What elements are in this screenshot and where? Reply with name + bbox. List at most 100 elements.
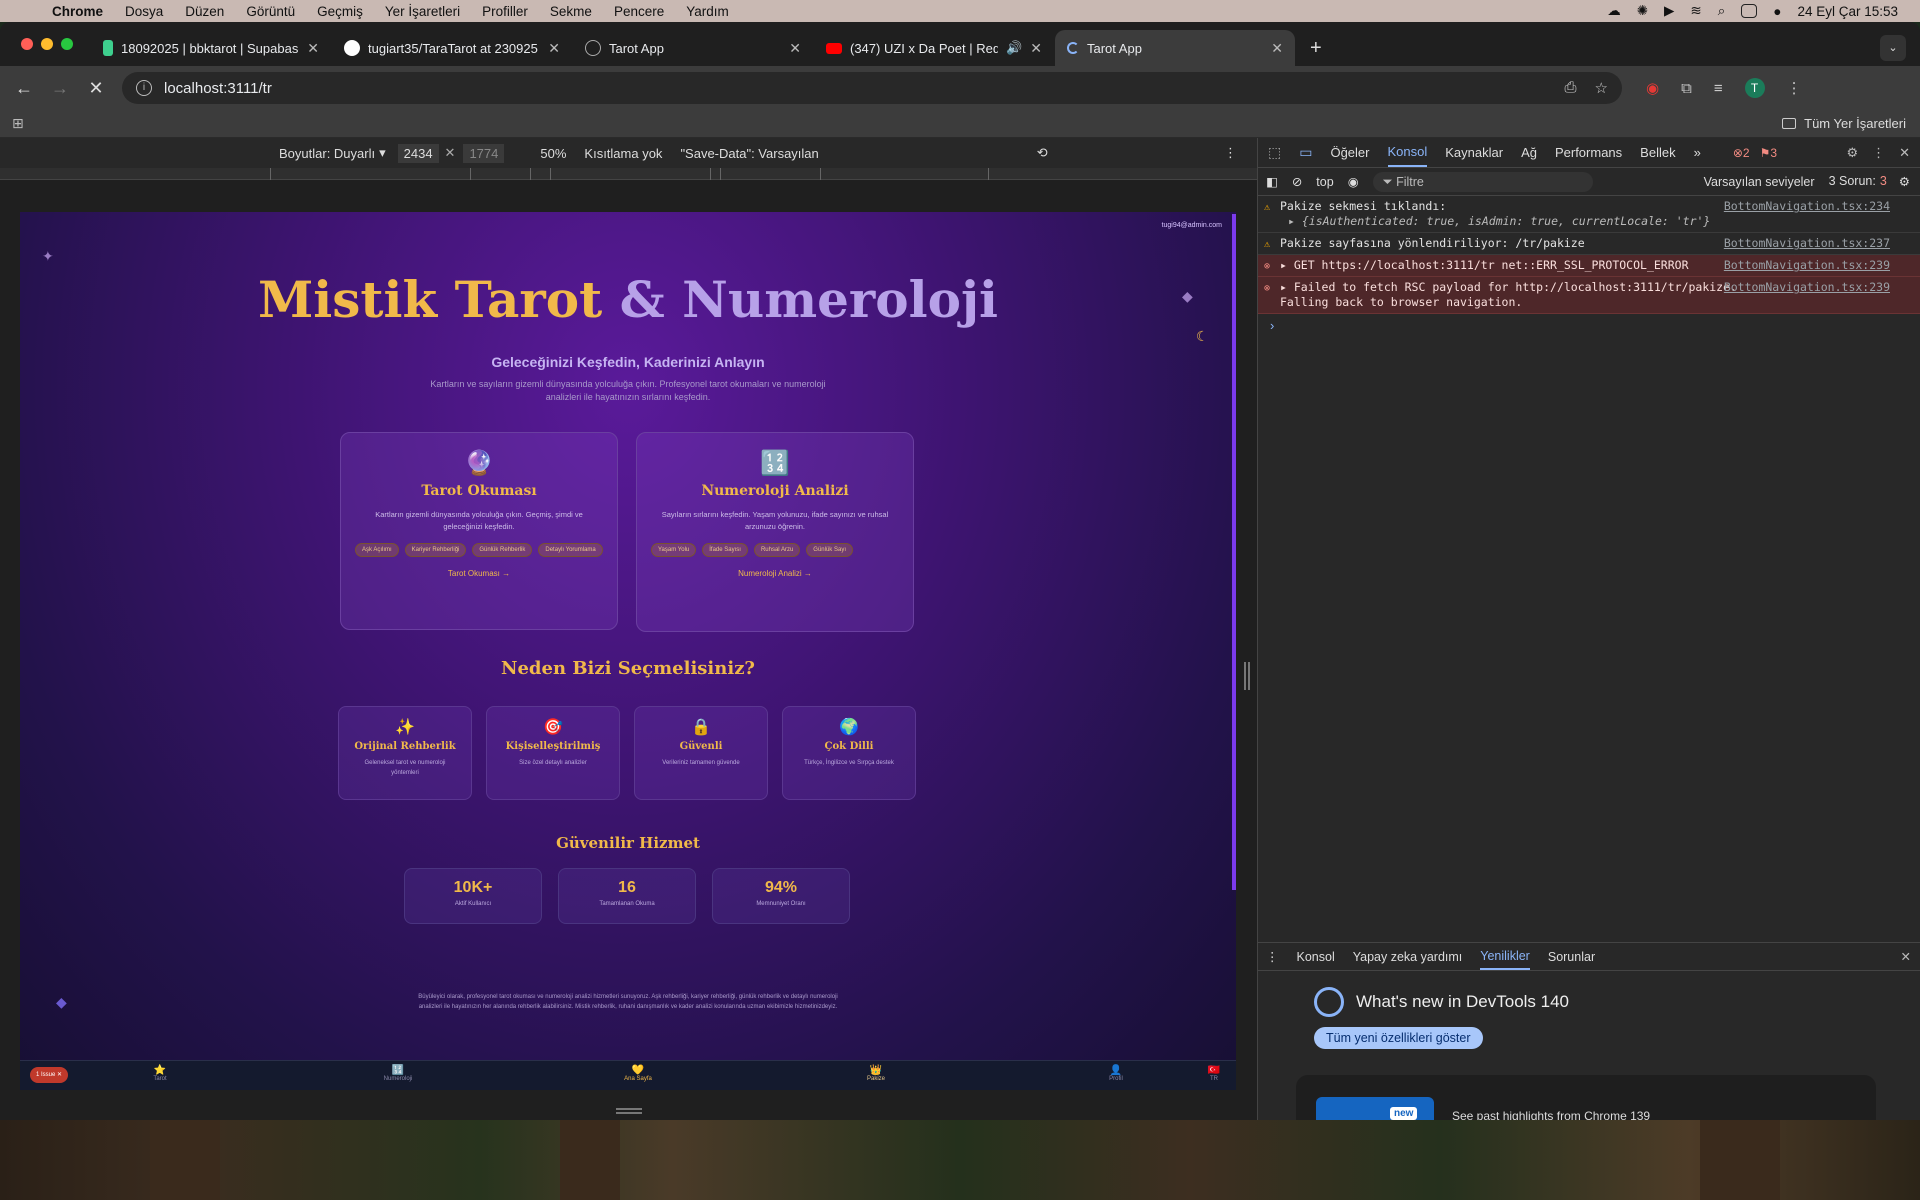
filter-input[interactable]: ⏷ Filtre <box>1372 171 1593 192</box>
reading-list-icon[interactable]: ≡ <box>1714 80 1723 97</box>
tag[interactable]: Ruhsal Arzu <box>753 543 801 557</box>
source-link[interactable]: BottomNavigation.tsx:237 <box>1724 236 1890 251</box>
device-toggle-icon[interactable]: ▭ <box>1299 144 1312 161</box>
url-text[interactable]: localhost:3111/tr <box>164 80 272 97</box>
tab-elements[interactable]: Öğeler <box>1330 145 1369 160</box>
tab-tarot-app[interactable]: Tarot App ✕ <box>573 30 813 66</box>
source-link[interactable]: BottomNavigation.tsx:239 <box>1724 280 1890 295</box>
more-icon[interactable]: ⋮ <box>1872 145 1885 161</box>
control-center-icon[interactable] <box>1741 4 1758 18</box>
menu-bookmarks[interactable]: Yer İşaretleri <box>385 4 460 19</box>
nav-profile[interactable]: 👤 Profil <box>1086 1065 1146 1082</box>
new-tab-button[interactable]: + <box>1296 30 1336 66</box>
close-icon[interactable]: ✕ <box>1030 40 1042 57</box>
menu-history[interactable]: Geçmiş <box>317 4 363 19</box>
stop-loading-button[interactable]: ✕ <box>78 78 114 99</box>
drawer-tab-whatsnew[interactable]: Yenilikler <box>1480 944 1530 970</box>
console-prompt[interactable]: › <box>1258 314 1920 337</box>
menu-window[interactable]: Pencere <box>614 4 664 19</box>
siri-icon[interactable]: ● <box>1773 4 1781 19</box>
log-object[interactable]: ▸ {isAuthenticated: true, isAdmin: true,… <box>1280 214 1912 229</box>
nav-numerology[interactable]: 🔢 Numeroloji <box>368 1065 428 1082</box>
error-counts[interactable]: ⊗2 ⚑3 <box>1733 146 1777 160</box>
context-select[interactable]: top <box>1316 175 1333 189</box>
drawer-menu-icon[interactable]: ⋮ <box>1266 949 1279 964</box>
viewport-height-handle[interactable] <box>616 1108 642 1114</box>
close-icon[interactable]: ✕ <box>789 40 801 57</box>
wifi-icon[interactable]: ≋ <box>1690 3 1701 19</box>
viewport-resize-handle[interactable] <box>1244 662 1250 690</box>
tag[interactable]: İfade Sayısı <box>702 543 748 557</box>
apps-grid-icon[interactable]: ⊞ <box>12 115 24 132</box>
site-info-icon[interactable]: i <box>136 80 152 96</box>
tab-youtube[interactable]: (347) UZI x Da Poet | Red 🔊 ✕ <box>814 30 1054 66</box>
source-link[interactable]: BottomNavigation.tsx:234 <box>1724 199 1890 214</box>
extensions-puzzle-icon[interactable]: ⧉ <box>1681 80 1692 97</box>
log-levels-select[interactable]: Varsayılan seviyeler <box>1704 175 1815 189</box>
clear-console-icon[interactable]: ⊘ <box>1292 174 1302 189</box>
console-error[interactable]: ⊗ ▸ GET https://localhost:3111/tr net::E… <box>1258 255 1920 277</box>
minimize-window-button[interactable] <box>41 38 53 50</box>
menu-help[interactable]: Yardım <box>686 4 729 19</box>
device-more-icon[interactable]: ⋮ <box>1224 145 1237 161</box>
see-all-features-button[interactable]: Tüm yeni özellikleri göster <box>1314 1027 1483 1049</box>
bookmark-star-icon[interactable]: ☆ <box>1595 79 1608 97</box>
width-input[interactable]: 2434 <box>397 143 439 163</box>
tag[interactable]: Yaşam Yolu <box>651 543 697 557</box>
nextjs-issue-badge[interactable]: 1 Issue ✕ <box>30 1067 69 1083</box>
menu-profiles[interactable]: Profiller <box>482 4 528 19</box>
sidebar-toggle-icon[interactable]: ◧ <box>1266 174 1278 189</box>
tag[interactable]: Kariyer Rehberliği <box>404 543 467 557</box>
inspect-icon[interactable]: ⬚ <box>1268 144 1281 161</box>
console-error[interactable]: ⊗ ▸ Failed to fetch RSC payload for http… <box>1258 277 1920 314</box>
tarot-link[interactable]: Tarot Okuması → <box>341 569 617 578</box>
tag[interactable]: Detaylı Yorumlama <box>538 543 603 557</box>
install-app-icon[interactable]: ⎙ <box>1565 79 1577 97</box>
zoom-select[interactable]: 50% <box>540 146 566 161</box>
tarot-card[interactable]: 🔮 Tarot Okuması Kartların gizemli dünyas… <box>340 432 618 630</box>
source-link[interactable]: BottomNavigation.tsx:239 <box>1724 258 1890 273</box>
all-bookmarks-button[interactable]: Tüm Yer İşaretleri <box>1782 116 1906 131</box>
rotate-icon[interactable]: ⟲ <box>1037 145 1048 161</box>
tab-search-button[interactable]: ⌄ <box>1880 35 1906 61</box>
save-data-select[interactable]: "Save-Data": Varsayılan <box>680 146 818 161</box>
cloud-icon[interactable]: ☁ <box>1607 3 1621 19</box>
more-tabs-icon[interactable]: » <box>1694 145 1701 160</box>
tab-sources[interactable]: Kaynaklar <box>1445 145 1503 160</box>
search-icon[interactable]: ⌕ <box>1718 3 1726 19</box>
close-icon[interactable]: ✕ <box>307 40 319 57</box>
console-message[interactable]: ⚠ Pakize sayfasına yönlendiriliyor: /tr/… <box>1258 233 1920 255</box>
dimensions-select[interactable]: Boyutlar: Duyarlı <box>279 146 375 161</box>
forward-button[interactable]: → <box>42 78 78 99</box>
close-icon[interactable]: ✕ <box>1271 40 1283 57</box>
tag[interactable]: Günlük Sayı <box>806 543 853 557</box>
tag[interactable]: Aşk Açılımı <box>355 543 399 557</box>
nav-tarot[interactable]: ⭐ Tarot <box>130 1065 190 1082</box>
chrome-menu-icon[interactable]: ⋮ <box>1787 79 1802 97</box>
highlights-card[interactable]: new See past highlights from Chrome 139 <box>1296 1075 1876 1120</box>
menu-file[interactable]: Dosya <box>125 4 163 19</box>
console-message[interactable]: ⚠ Pakize sekmesi tıklandı: BottomNavigat… <box>1258 196 1920 233</box>
tab-tarot-app-active[interactable]: Tarot App ✕ <box>1055 30 1295 66</box>
close-icon[interactable]: ✕ <box>1899 145 1910 161</box>
media-query-ruler[interactable] <box>0 168 1257 180</box>
drawer-tab-ai[interactable]: Yapay zeka yardımı <box>1353 950 1463 964</box>
tab-memory[interactable]: Bellek <box>1640 145 1675 160</box>
close-icon[interactable]: ✕ <box>548 40 560 57</box>
tab-github[interactable]: tugiart35/TaraTarot at 230925 ✕ <box>332 30 572 66</box>
menu-edit[interactable]: Düzen <box>185 4 224 19</box>
clock[interactable]: 24 Eyl Çar 15:53 <box>1797 4 1898 19</box>
throttle-select[interactable]: Kısıtlama yok <box>584 146 662 161</box>
eye-icon[interactable]: ◉ <box>1348 174 1359 189</box>
nav-language[interactable]: 🇹🇷 TR <box>1184 1065 1236 1082</box>
nav-home[interactable]: 💛 Ana Sayfa <box>608 1065 668 1082</box>
audio-icon[interactable]: 🔊 <box>1006 40 1022 56</box>
tag[interactable]: Günlük Rehberlik <box>472 543 533 557</box>
tab-console[interactable]: Konsol <box>1387 138 1428 167</box>
console-settings-icon[interactable]: ⚙ <box>1899 174 1910 189</box>
numerology-card[interactable]: 🔢 Numeroloji Analizi Sayıların sırlarını… <box>636 432 914 632</box>
tab-network[interactable]: Ağ <box>1521 145 1537 160</box>
address-bar[interactable]: i localhost:3111/tr ⎙ ☆ <box>122 72 1622 104</box>
openai-icon[interactable]: ✺ <box>1637 3 1648 19</box>
menu-app[interactable]: Chrome <box>52 4 103 19</box>
